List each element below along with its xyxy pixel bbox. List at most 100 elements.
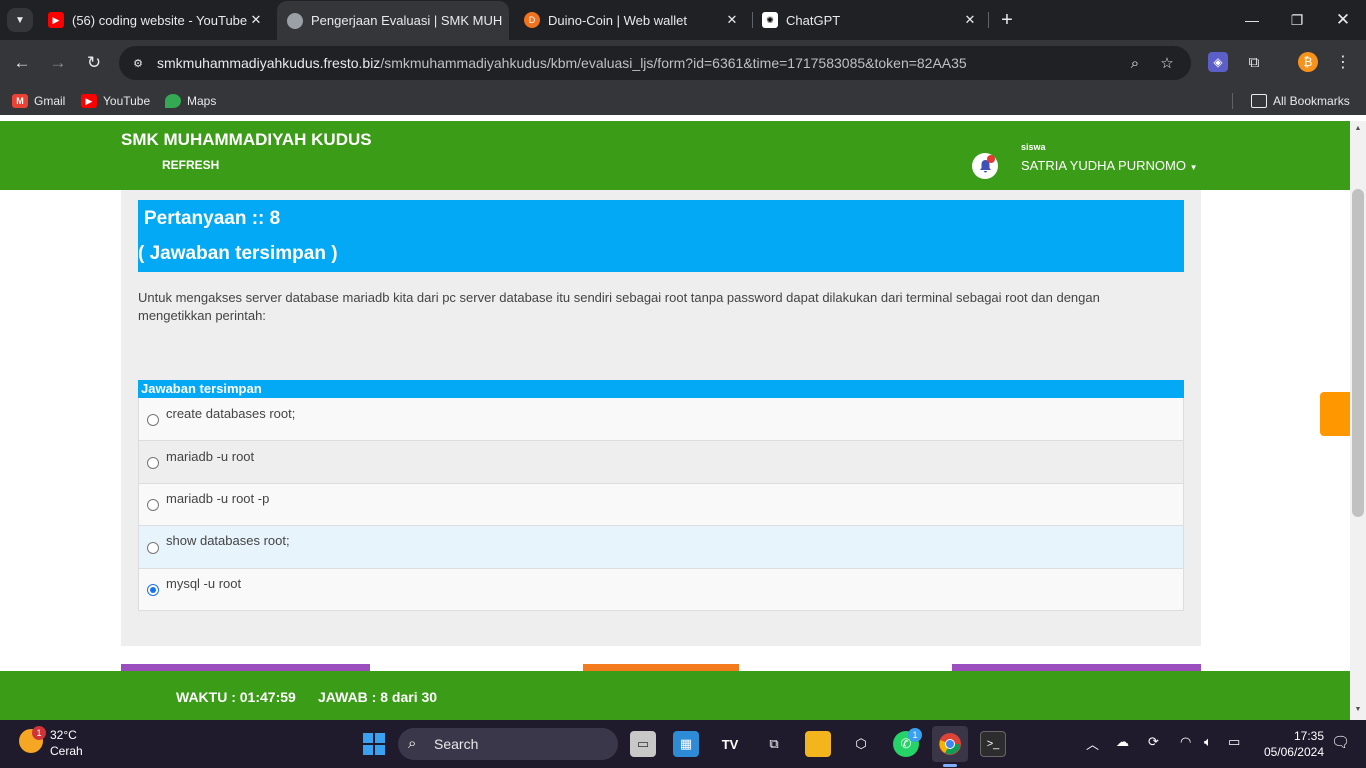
answer-label: mariadb -u root -p xyxy=(166,490,270,506)
extension-bitcoin-icon[interactable]: ₿ xyxy=(1298,52,1318,72)
all-bookmarks[interactable]: All Bookmarks xyxy=(1251,91,1350,111)
close-icon[interactable]: ✕ xyxy=(248,12,264,28)
answer-label: create databases root; xyxy=(166,405,296,421)
tab-duinocoin[interactable]: D Duino-Coin | Web wallet ✕ xyxy=(514,0,750,40)
zoom-icon[interactable]: ⌕ xyxy=(1126,54,1144,72)
bookmarks-bar: M Gmail ▶ YouTube Maps All Bookmarks xyxy=(0,86,1366,115)
answer-options: create databases root; mariadb -u root m… xyxy=(138,398,1184,611)
scrollbar-thumb[interactable] xyxy=(1352,189,1364,517)
notification-badge xyxy=(987,155,995,163)
virtualbox-cube-icon[interactable]: ⬡ xyxy=(848,731,874,757)
site-brand[interactable]: SMK MUHAMMADIYAH KUDUS xyxy=(121,130,372,150)
onedrive-icon[interactable]: ☁ xyxy=(1116,734,1129,750)
notification-bell-icon[interactable] xyxy=(972,153,998,179)
taskbar-search[interactable]: ⌕ Search xyxy=(398,728,618,760)
close-icon[interactable]: ✕ xyxy=(724,12,740,28)
tab-separator xyxy=(988,12,989,28)
gmail-icon: M xyxy=(12,94,28,108)
question-number: Pertanyaan :: 8 xyxy=(144,208,281,229)
windows-logo-icon xyxy=(363,733,385,755)
tab-evaluasi[interactable]: Pengerjaan Evaluasi | SMK MUH xyxy=(277,1,509,40)
bookmark-maps[interactable]: Maps xyxy=(165,91,216,111)
bookmark-divider xyxy=(1232,93,1233,109)
youtube-icon: ▶ xyxy=(48,12,64,28)
bookmark-youtube[interactable]: ▶ YouTube xyxy=(81,91,150,111)
new-tab-button[interactable]: + xyxy=(995,8,1019,32)
answer-option-selected[interactable]: mysql -u root xyxy=(139,567,1183,610)
caret-down-icon: ▼ xyxy=(1189,163,1198,172)
weather-condition[interactable]: Cerah xyxy=(50,744,83,758)
close-icon[interactable]: ✕ xyxy=(962,12,978,28)
windows-start-icon[interactable] xyxy=(361,731,387,757)
radio-button[interactable] xyxy=(147,499,159,512)
reload-icon[interactable]: ↻ xyxy=(82,51,106,75)
bookmark-star-icon[interactable]: ☆ xyxy=(1158,54,1176,72)
tab-youtube[interactable]: ▶ (56) coding website - YouTube ✕ xyxy=(38,0,274,40)
clock-date: 05/06/2024 xyxy=(1263,745,1324,759)
answer-label: mysql -u root xyxy=(166,575,242,591)
refresh-link[interactable]: REFRESH xyxy=(162,158,219,172)
scroll-down-icon[interactable]: ▼ xyxy=(1353,706,1363,713)
user-menu[interactable]: SATRIA YUDHA PURNOMO ▼ xyxy=(1021,158,1197,173)
photos-icon[interactable]: ⧉ xyxy=(761,731,787,757)
tab-title: Pengerjaan Evaluasi | SMK MUH xyxy=(311,13,503,28)
answer-option[interactable]: create databases root; xyxy=(139,398,1183,441)
browser-toolbar: ← → ↻ ⚙ smkmuhammadiyahkudus.fresto.biz/… xyxy=(0,40,1366,86)
question-list-toggle[interactable] xyxy=(1320,392,1350,436)
temperature[interactable]: 32°C xyxy=(50,728,77,742)
tradingview-icon[interactable]: TV xyxy=(717,731,743,757)
tab-title: (56) coding website - YouTube xyxy=(72,12,248,28)
answer-option[interactable]: mariadb -u root xyxy=(139,440,1183,483)
radio-button-selected[interactable] xyxy=(147,584,159,597)
sync-icon[interactable]: ⟳ xyxy=(1148,734,1159,750)
system-clock[interactable]: 17:35 05/06/2024 xyxy=(1258,728,1324,760)
question-status: ( Jawaban tersimpan ) xyxy=(138,243,338,264)
wifi-icon[interactable]: ◠ xyxy=(1180,734,1191,750)
url-text[interactable]: smkmuhammadiyahkudus.fresto.biz/smkmuham… xyxy=(157,55,967,71)
volume-icon[interactable]: 🔈︎ xyxy=(1204,734,1212,750)
question-header: Pertanyaan :: 8 ( Jawaban tersimpan ) xyxy=(138,200,1184,272)
control-panel-icon[interactable]: ▦ xyxy=(673,731,699,757)
active-app-indicator xyxy=(943,764,957,767)
page-scrollbar[interactable]: ▲ ▼ xyxy=(1350,121,1366,720)
radio-button[interactable] xyxy=(147,541,159,554)
user-role: siswa xyxy=(1021,142,1046,152)
radio-button[interactable] xyxy=(147,457,159,470)
minimize-icon[interactable]: — xyxy=(1240,8,1264,32)
tab-search-button[interactable]: ▼ xyxy=(7,8,33,32)
bookmark-gmail[interactable]: M Gmail xyxy=(12,91,65,111)
clock-time: 17:35 xyxy=(1293,729,1324,743)
chrome-icon xyxy=(939,733,961,755)
answers-header: Jawaban tersimpan xyxy=(138,380,1184,398)
tab-chatgpt[interactable]: ✺ ChatGPT ✕ xyxy=(752,0,988,40)
terminal-icon[interactable]: >_ xyxy=(980,731,1006,757)
globe-icon xyxy=(287,12,303,29)
radio-button[interactable] xyxy=(147,414,159,427)
exam-footer: WAKTU : 01:47:59 JAWAB : 8 dari 30 xyxy=(0,671,1350,720)
restore-icon[interactable]: ❐ xyxy=(1285,8,1309,32)
youtube-icon: ▶ xyxy=(81,94,97,108)
battery-icon[interactable]: ▭ xyxy=(1228,734,1240,750)
close-window-icon[interactable]: ✕ xyxy=(1331,8,1355,32)
extension-vpn-icon[interactable]: ◈ xyxy=(1208,52,1228,72)
menu-kebab-icon[interactable]: ⋮ xyxy=(1333,52,1353,72)
weather-badge: 1 xyxy=(32,726,46,740)
site-info-icon[interactable]: ⚙ xyxy=(128,53,148,73)
notification-center-icon[interactable]: 🗨︎ xyxy=(1331,733,1350,751)
tray-chevron-icon[interactable]: ︿ xyxy=(1086,734,1099,753)
back-icon[interactable]: ← xyxy=(10,51,34,75)
file-explorer-icon[interactable] xyxy=(805,731,831,757)
answer-option[interactable]: mariadb -u root -p xyxy=(139,482,1183,526)
address-bar[interactable]: ⚙ smkmuhammadiyahkudus.fresto.biz/smkmuh… xyxy=(119,46,1191,80)
question-text: Untuk mengakses server database mariadb … xyxy=(138,290,1100,323)
duinocoin-icon: D xyxy=(524,12,540,28)
extensions-puzzle-icon[interactable]: ⧉ xyxy=(1244,52,1264,72)
chrome-taskbar-button[interactable] xyxy=(932,726,968,762)
chatgpt-icon: ✺ xyxy=(762,12,778,28)
forward-icon[interactable]: → xyxy=(46,51,70,75)
answer-label: show databases root; xyxy=(166,533,290,549)
tab-strip: ▼ ▶ (56) coding website - YouTube ✕ Peng… xyxy=(0,0,1366,40)
scroll-up-icon[interactable]: ▲ xyxy=(1353,125,1363,132)
task-view-icon[interactable]: ▭ xyxy=(630,731,656,757)
answer-option[interactable]: show databases root; xyxy=(139,525,1183,568)
